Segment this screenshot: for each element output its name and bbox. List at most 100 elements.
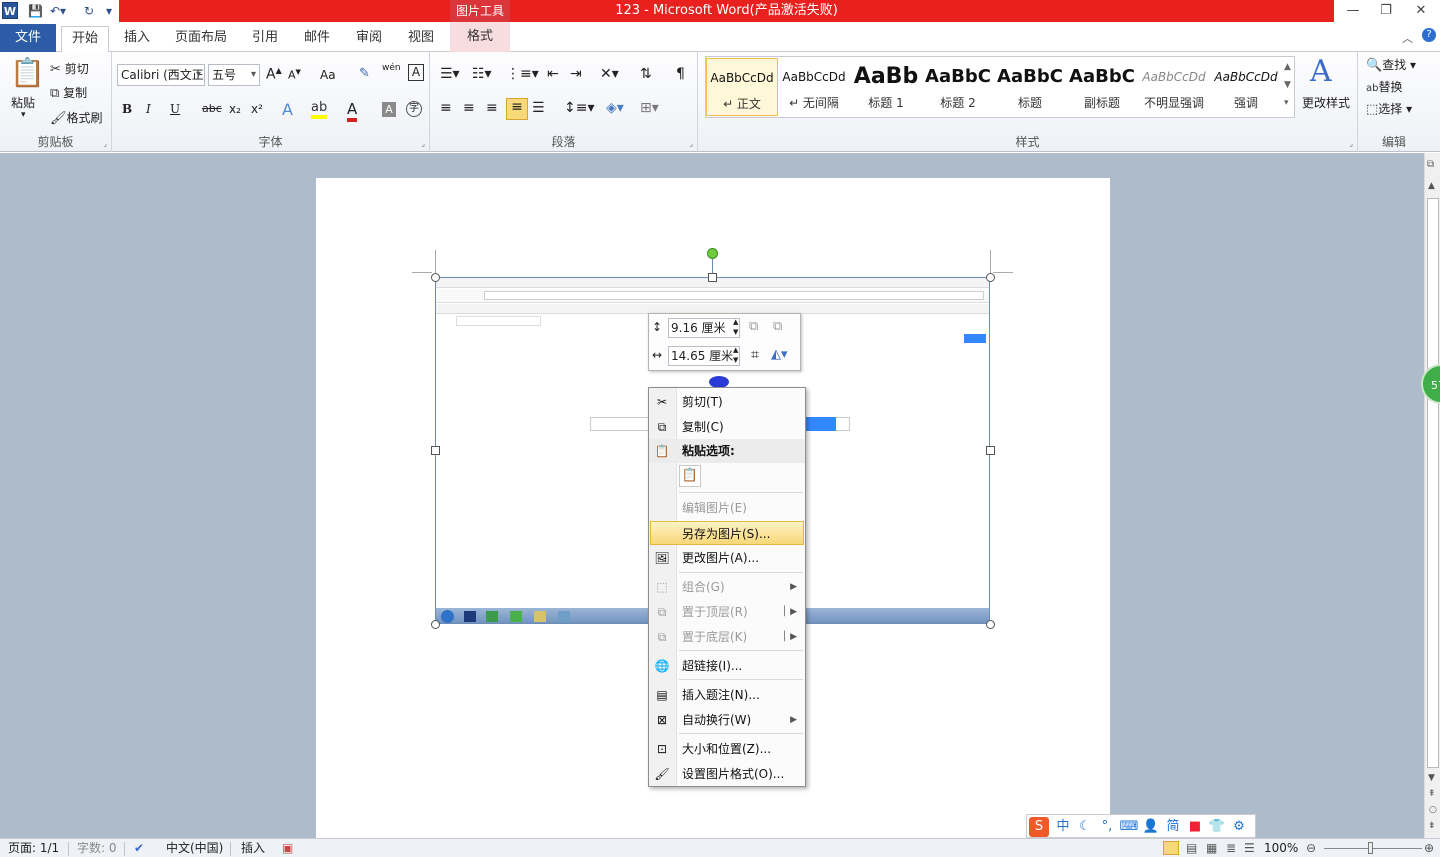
paste-button[interactable]: 粘贴 [11,94,35,111]
char-border-button[interactable]: A [408,64,424,81]
next-page-icon[interactable]: ⇟ [1428,821,1436,831]
menu-item-change-picture[interactable]: 🖼 更改图片(A)... [649,546,805,570]
dialog-launcher-icon[interactable]: ⌟ [103,139,107,148]
paste-keep-source-icon[interactable]: 📋 [679,465,701,487]
menu-item-format-picture[interactable]: 🖌 设置图片格式(O)... [649,762,805,786]
tab-file[interactable]: 文件 [0,24,56,52]
scroll-up-icon[interactable]: ▲ [1428,181,1435,191]
font-size-combo[interactable]: 五号 [208,64,260,86]
outline-view-icon[interactable]: ≣ [1226,840,1236,857]
menu-item-hyperlink[interactable]: 🌐 超链接(I)... [649,654,805,678]
moon-icon[interactable]: ☾ [1075,817,1095,837]
ruler-toggle-icon[interactable]: ⧉ [1427,159,1434,170]
font-color-button[interactable]: A [347,100,358,122]
menu-item-bring-to-front[interactable]: ⧉ 置于顶层(R) │ ▶ [649,600,805,624]
enclose-char-icon[interactable]: 字 [406,101,422,117]
zoom-slider-track[interactable] [1324,848,1422,849]
width-spin-arrows[interactable]: ▲ ▼ [733,345,738,365]
chinese-layout-icon[interactable]: ✕▾ [600,66,619,82]
send-backward-icon[interactable]: ⧉ [773,319,782,334]
menu-item-edit-picture[interactable]: 编辑图片(E) [649,496,805,520]
style-subtle-emphasis[interactable]: AaBbCcDd 不明显强调 [1138,58,1210,116]
zoom-in-icon[interactable]: ⊕ [1424,840,1434,857]
tab-view[interactable]: 视图 [399,26,443,52]
scroll-thumb[interactable] [1427,198,1439,768]
draft-view-icon[interactable]: ☰ [1244,840,1255,857]
phonetic-guide-button[interactable]: wén [382,63,401,73]
height-spinner[interactable]: 9.16 厘米 [668,318,740,338]
change-styles-button[interactable]: 更改样式 [1302,94,1350,111]
tab-picture-format[interactable]: 格式 [450,22,510,52]
strikethrough-button[interactable]: abc [202,102,222,115]
style-emphasis[interactable]: AaBbCcDd 强调 [1210,58,1282,116]
width-spinner[interactable]: 14.65 厘米 [668,346,740,366]
tab-insert[interactable]: 插入 [115,26,159,52]
ime-chinese-mode[interactable]: 中 [1053,817,1073,837]
cut-button[interactable]: 剪切 [65,62,89,76]
paste-icon[interactable]: 📋 [10,56,45,89]
dialog-launcher-icon[interactable]: ⌟ [421,139,425,148]
punctuation-icon[interactable]: °, [1097,817,1117,837]
language-indicator[interactable]: 中文(中国) [166,840,223,857]
zoom-slider-thumb[interactable] [1368,842,1373,854]
clear-format-icon[interactable]: ✎ [359,66,370,81]
restore-icon[interactable]: ❐ [1371,2,1401,20]
print-layout-view-icon[interactable] [1163,841,1179,855]
style-heading-2[interactable]: AaBbC 标题 2 [922,58,994,116]
tab-page-layout[interactable]: 页面布局 [170,26,232,52]
superscript-button[interactable]: x² [251,102,263,116]
resize-handle-e[interactable] [986,446,995,455]
distributed-icon[interactable]: ☰ [532,100,545,116]
align-right-icon[interactable]: ≡ [486,100,498,116]
resize-handle-n[interactable] [708,273,717,282]
decrease-indent-icon[interactable]: ⇤ [547,66,559,82]
insert-mode[interactable]: 插入 [241,840,265,857]
style-subtitle[interactable]: AaBbC 副标题 [1066,58,1138,116]
tab-mailings[interactable]: 邮件 [295,26,339,52]
gallery-scroll-icon[interactable]: ▲ ▼ ▾ [1284,58,1291,112]
align-left-icon[interactable]: ≡ [440,100,452,116]
sogou-logo-icon[interactable]: S [1029,817,1049,837]
customize-qat-icon[interactable]: ▾ [106,2,112,20]
word-logo-icon[interactable]: W [2,2,18,19]
rotate-flip-icon[interactable]: ◭▾ [771,347,788,362]
bullets-icon[interactable]: ☰▾ [440,66,460,82]
style-normal[interactable]: AaBbCcDd ↵ 正文 [706,58,778,116]
macro-record-icon[interactable]: ▣ [282,840,293,857]
style-heading-1[interactable]: AaBb 标题 1 [850,58,922,116]
resize-handle-ne[interactable] [986,273,995,282]
font-name-combo[interactable]: Calibri (西文正 [117,64,205,86]
undo-icon[interactable]: ↶▾ [50,2,66,20]
line-spacing-icon[interactable]: ↕≡▾ [564,100,595,116]
sort-icon[interactable]: ⇅ [640,66,652,82]
change-styles-icon[interactable]: A [1310,54,1332,89]
video-icon[interactable]: ■ [1185,817,1205,837]
show-marks-icon[interactable]: ¶ [676,66,685,82]
page-count[interactable]: 页面: 1/1 [8,840,59,857]
replace-button[interactable]: 替换 [1378,80,1402,94]
paste-dropdown-icon[interactable]: ▾ [21,110,26,120]
crop-icon[interactable]: ⌗ [751,347,759,363]
menu-item-group[interactable]: ⬚ 组合(G) ▶ [649,575,805,599]
browse-object-icon[interactable]: ○ [1429,805,1437,815]
menu-item-copy[interactable]: ⧉ 复制(C) [649,415,805,439]
skin-icon[interactable]: 👕 [1207,817,1227,837]
bold-button[interactable]: B [122,102,132,116]
menu-item-insert-caption[interactable]: ▤ 插入题注(N)... [649,683,805,707]
style-title[interactable]: AaBbC 标题 [994,58,1066,116]
minimize-icon[interactable]: — [1338,2,1368,20]
ime-simplified-mode[interactable]: 简 [1163,817,1183,837]
zoom-level[interactable]: 100% [1264,840,1298,857]
italic-button[interactable]: I [146,102,151,116]
close-icon[interactable]: ✕ [1406,2,1436,20]
collapse-ribbon-icon[interactable]: ︿ [1402,30,1413,46]
word-count[interactable]: 字数: 0 [77,840,117,857]
justify-icon[interactable]: ≡ [506,98,528,120]
menu-item-size-position[interactable]: ⊡ 大小和位置(Z)... [649,737,805,761]
menu-item-send-to-back[interactable]: ⧉ 置于底层(K) │ ▶ [649,625,805,649]
increase-indent-icon[interactable]: ⇥ [570,66,582,82]
style-no-spacing[interactable]: AaBbCcDd ↵ 无间隔 [778,58,850,116]
redo-icon[interactable]: ↻ [84,2,94,20]
keyboard-icon[interactable]: ⌨ [1119,817,1139,837]
zoom-out-icon[interactable]: ⊖ [1306,840,1316,857]
